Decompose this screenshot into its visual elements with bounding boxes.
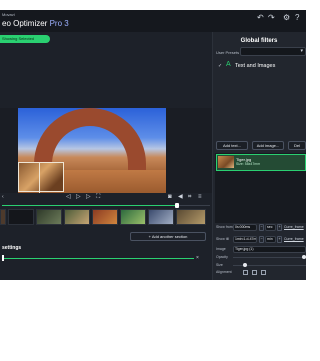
size-handle[interactable] [243, 263, 247, 267]
settings-title: settings [2, 245, 22, 251]
size-label: Size [216, 263, 223, 267]
filmstrip-frame[interactable] [8, 209, 34, 225]
app-title-text: eo Optimizer [2, 19, 50, 28]
undo-icon[interactable]: ↶ [257, 14, 264, 22]
filmstrip-frame[interactable] [0, 209, 6, 225]
app-window: Movavi eo Optimizer Pro 3 ↶ ↷ ⚙ ? Showin… [0, 10, 306, 280]
camera-icon[interactable]: ◙ [168, 194, 172, 201]
filmstrip-frame[interactable] [36, 209, 62, 225]
show-from-current-link[interactable]: Curre_frame [284, 225, 304, 229]
show-from-label: Show from [216, 225, 233, 229]
opacity-label: Opacity [216, 255, 228, 259]
show-till-unit[interactable]: min [265, 236, 276, 243]
section-checkbox[interactable]: ✓ [218, 63, 222, 69]
settings-slider-track[interactable] [4, 258, 194, 259]
title-bar: Movavi eo Optimizer Pro 3 ↶ ↷ ⚙ ? [0, 10, 306, 32]
play-icon[interactable]: ▷ [76, 194, 81, 201]
filmstrip-frame[interactable] [64, 209, 90, 225]
filmstrip-frame[interactable] [176, 209, 206, 225]
preview-margin-left [0, 108, 18, 193]
align-top-right-button[interactable] [261, 270, 266, 275]
redo-icon[interactable]: ↷ [268, 14, 275, 22]
settings-slider-handle[interactable] [2, 255, 4, 261]
show-till-plus-button[interactable]: + [277, 236, 282, 243]
menu-icon[interactable]: ≡ [198, 194, 202, 201]
alignment-label: Alignment [216, 270, 232, 274]
crop-icon[interactable]: ⌗ [188, 194, 191, 201]
show-till-minus-button[interactable]: − [259, 236, 264, 243]
chevron-left-icon[interactable]: ‹ [2, 194, 4, 201]
show-from-minus-button[interactable]: − [259, 224, 264, 231]
app-title: eo Optimizer Pro 3 [2, 19, 69, 28]
timeline-progress [2, 205, 177, 206]
opacity-handle[interactable] [302, 255, 306, 259]
section-label: Text and Images [235, 63, 276, 69]
image-thumbnail [218, 156, 234, 168]
image-size: Size: 58x47mm [236, 162, 261, 166]
show-from-field[interactable]: 0s:000ms [233, 224, 257, 231]
preview-margin-right [166, 108, 212, 193]
help-icon[interactable]: ? [295, 14, 299, 22]
status-badge: Showing Selected [0, 35, 50, 43]
image-label: Image [216, 247, 226, 251]
filmstrip-frame[interactable] [92, 209, 118, 225]
show-from-plus-button[interactable]: + [277, 224, 282, 231]
text-image-icon: A [226, 61, 231, 68]
close-icon[interactable]: × [196, 255, 199, 261]
user-presets-select[interactable]: ▾ [240, 47, 306, 56]
add-text-button[interactable]: Add text... [216, 141, 248, 150]
opacity-slider[interactable] [233, 257, 306, 258]
expand-icon[interactable]: ⛶ [96, 194, 100, 201]
timeline-playhead[interactable] [175, 203, 179, 208]
status-label: Showing Selected [2, 36, 35, 41]
gear-icon[interactable]: ⚙ [283, 14, 290, 22]
align-top-left-button[interactable] [243, 270, 248, 275]
show-till-current-link[interactable]: Curre_frame [284, 237, 304, 241]
align-top-center-button[interactable] [252, 270, 257, 275]
filmstrip-frame[interactable] [120, 209, 146, 225]
volume-icon[interactable]: ◀ [178, 194, 183, 201]
show-from-unit[interactable]: sec [265, 224, 276, 231]
next-frame-icon[interactable]: ▷ [86, 194, 91, 201]
brand-subtitle: Movavi [2, 12, 15, 17]
image-overlay[interactable] [18, 162, 64, 193]
user-presets-label: User Presets [216, 50, 240, 55]
filmstrip-frame[interactable] [148, 209, 174, 225]
delete-button[interactable]: Del [288, 141, 306, 150]
filters-title: Global filters [240, 38, 278, 44]
image-select[interactable]: Tiger.jpg (1) [233, 246, 306, 253]
show-till-field[interactable]: 1min:1.d-47mm [233, 236, 257, 243]
prev-frame-icon[interactable]: ◁ [66, 194, 71, 201]
show-till-label: Show till [216, 237, 230, 241]
add-section-button[interactable]: + Add another section [130, 232, 206, 241]
app-version: Pro 3 [49, 19, 69, 28]
add-image-button[interactable]: Add image... [252, 141, 284, 150]
chevron-down-icon: ▾ [300, 48, 303, 54]
